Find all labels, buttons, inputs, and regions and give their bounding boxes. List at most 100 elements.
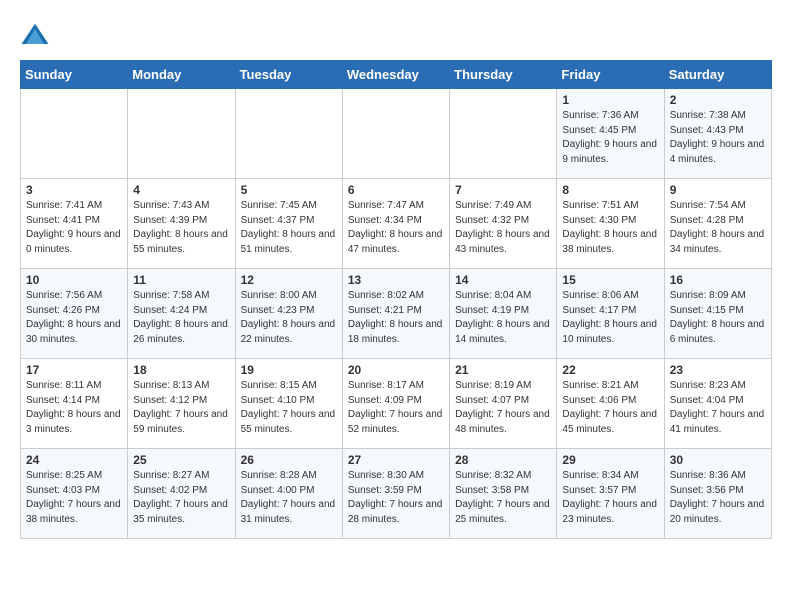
day-info: Sunrise: 8:04 AMSunset: 4:19 PMDaylight:… [455, 289, 551, 347]
day-number: 16 [670, 273, 766, 287]
day-number: 8 [562, 183, 658, 197]
calendar-week-row: 17 Sunrise: 8:11 AMSunset: 4:14 PMDayligh… [21, 359, 772, 449]
calendar-cell: 7 Sunrise: 7:49 AMSunset: 4:32 PMDaylight… [450, 179, 557, 269]
day-info: Sunrise: 8:32 AMSunset: 3:58 PMDaylight:… [455, 469, 551, 527]
calendar-header-row: SundayMondayTuesdayWednesdayThursdayFrid… [21, 61, 772, 89]
calendar-week-row: 24 Sunrise: 8:25 AMSunset: 4:03 PMDayligh… [21, 449, 772, 539]
day-info: Sunrise: 8:25 AMSunset: 4:03 PMDaylight:… [26, 469, 122, 527]
calendar-cell: 24 Sunrise: 8:25 AMSunset: 4:03 PMDayligh… [21, 449, 128, 539]
day-number: 26 [241, 453, 337, 467]
day-info: Sunrise: 7:45 AMSunset: 4:37 PMDaylight:… [241, 199, 337, 257]
calendar-cell: 3 Sunrise: 7:41 AMSunset: 4:41 PMDaylight… [21, 179, 128, 269]
day-number: 29 [562, 453, 658, 467]
day-info: Sunrise: 8:15 AMSunset: 4:10 PMDaylight:… [241, 379, 337, 437]
calendar-cell: 20 Sunrise: 8:17 AMSunset: 4:09 PMDayligh… [342, 359, 449, 449]
calendar-cell: 2 Sunrise: 7:38 AMSunset: 4:43 PMDaylight… [664, 89, 771, 179]
weekday-header: Monday [128, 61, 235, 89]
calendar-cell: 14 Sunrise: 8:04 AMSunset: 4:19 PMDayligh… [450, 269, 557, 359]
day-info: Sunrise: 7:51 AMSunset: 4:30 PMDaylight:… [562, 199, 658, 257]
day-number: 25 [133, 453, 229, 467]
day-info: Sunrise: 7:47 AMSunset: 4:34 PMDaylight:… [348, 199, 444, 257]
calendar-cell: 30Sunrise: 8:36 AMSunset: 3:56 PMDayligh… [664, 449, 771, 539]
day-info: Sunrise: 7:58 AMSunset: 4:24 PMDaylight:… [133, 289, 229, 347]
weekday-header: Friday [557, 61, 664, 89]
day-info: Sunrise: 8:06 AMSunset: 4:17 PMDaylight:… [562, 289, 658, 347]
day-info: Sunrise: 8:28 AMSunset: 4:00 PMDaylight:… [241, 469, 337, 527]
day-info: Sunrise: 7:56 AMSunset: 4:26 PMDaylight:… [26, 289, 122, 347]
day-info: Sunrise: 8:17 AMSunset: 4:09 PMDaylight:… [348, 379, 444, 437]
day-info: Sunrise: 8:34 AMSunset: 3:57 PMDaylight:… [562, 469, 658, 527]
day-number: 17 [26, 363, 122, 377]
day-info: Sunrise: 8:09 AMSunset: 4:15 PMDaylight:… [670, 289, 766, 347]
calendar-cell: 18Sunrise: 8:13 AMSunset: 4:12 PMDayligh… [128, 359, 235, 449]
calendar-cell: 21 Sunrise: 8:19 AMSunset: 4:07 PMDayligh… [450, 359, 557, 449]
calendar-cell: 15Sunrise: 8:06 AMSunset: 4:17 PMDayligh… [557, 269, 664, 359]
calendar-cell: 27 Sunrise: 8:30 AMSunset: 3:59 PMDayligh… [342, 449, 449, 539]
day-info: Sunrise: 8:02 AMSunset: 4:21 PMDaylight:… [348, 289, 444, 347]
calendar-cell: 23Sunrise: 8:23 AMSunset: 4:04 PMDayligh… [664, 359, 771, 449]
calendar-cell: 17 Sunrise: 8:11 AMSunset: 4:14 PMDayligh… [21, 359, 128, 449]
calendar-cell [235, 89, 342, 179]
day-number: 21 [455, 363, 551, 377]
page-header [20, 20, 772, 50]
day-info: Sunrise: 8:19 AMSunset: 4:07 PMDaylight:… [455, 379, 551, 437]
calendar-week-row: 1 Sunrise: 7:36 AMSunset: 4:45 PMDaylight… [21, 89, 772, 179]
day-info: Sunrise: 8:27 AMSunset: 4:02 PMDaylight:… [133, 469, 229, 527]
day-number: 13 [348, 273, 444, 287]
day-number: 10 [26, 273, 122, 287]
calendar-cell: 1 Sunrise: 7:36 AMSunset: 4:45 PMDaylight… [557, 89, 664, 179]
day-info: Sunrise: 7:38 AMSunset: 4:43 PMDaylight:… [670, 109, 766, 167]
weekday-header: Sunday [21, 61, 128, 89]
day-info: Sunrise: 8:13 AMSunset: 4:12 PMDaylight:… [133, 379, 229, 437]
day-number: 14 [455, 273, 551, 287]
calendar-cell: 22 Sunrise: 8:21 AMSunset: 4:06 PMDayligh… [557, 359, 664, 449]
day-info: Sunrise: 8:00 AMSunset: 4:23 PMDaylight:… [241, 289, 337, 347]
calendar-cell: 5 Sunrise: 7:45 AMSunset: 4:37 PMDaylight… [235, 179, 342, 269]
day-number: 23 [670, 363, 766, 377]
calendar-cell: 9 Sunrise: 7:54 AMSunset: 4:28 PMDaylight… [664, 179, 771, 269]
day-number: 9 [670, 183, 766, 197]
calendar-cell [450, 89, 557, 179]
calendar-cell: 11Sunrise: 7:58 AMSunset: 4:24 PMDayligh… [128, 269, 235, 359]
weekday-header: Wednesday [342, 61, 449, 89]
calendar-cell: 26 Sunrise: 8:28 AMSunset: 4:00 PMDayligh… [235, 449, 342, 539]
day-info: Sunrise: 7:49 AMSunset: 4:32 PMDaylight:… [455, 199, 551, 257]
day-number: 6 [348, 183, 444, 197]
logo-icon [20, 20, 50, 50]
calendar-cell [128, 89, 235, 179]
day-number: 20 [348, 363, 444, 377]
calendar-table: SundayMondayTuesdayWednesdayThursdayFrid… [20, 60, 772, 539]
day-info: Sunrise: 7:36 AMSunset: 4:45 PMDaylight:… [562, 109, 658, 167]
day-number: 3 [26, 183, 122, 197]
day-number: 28 [455, 453, 551, 467]
day-number: 5 [241, 183, 337, 197]
calendar-cell: 16 Sunrise: 8:09 AMSunset: 4:15 PMDayligh… [664, 269, 771, 359]
day-number: 22 [562, 363, 658, 377]
day-number: 2 [670, 93, 766, 107]
day-number: 7 [455, 183, 551, 197]
logo [20, 20, 54, 50]
day-info: Sunrise: 7:54 AMSunset: 4:28 PMDaylight:… [670, 199, 766, 257]
calendar-cell: 19 Sunrise: 8:15 AMSunset: 4:10 PMDayligh… [235, 359, 342, 449]
day-info: Sunrise: 8:11 AMSunset: 4:14 PMDaylight:… [26, 379, 122, 437]
calendar-cell [21, 89, 128, 179]
calendar-cell: 8 Sunrise: 7:51 AMSunset: 4:30 PMDaylight… [557, 179, 664, 269]
calendar-cell: 29 Sunrise: 8:34 AMSunset: 3:57 PMDayligh… [557, 449, 664, 539]
day-number: 24 [26, 453, 122, 467]
day-number: 12 [241, 273, 337, 287]
day-number: 27 [348, 453, 444, 467]
calendar-cell: 13 Sunrise: 8:02 AMSunset: 4:21 PMDayligh… [342, 269, 449, 359]
day-info: Sunrise: 7:41 AMSunset: 4:41 PMDaylight:… [26, 199, 122, 257]
weekday-header: Tuesday [235, 61, 342, 89]
calendar-week-row: 3 Sunrise: 7:41 AMSunset: 4:41 PMDaylight… [21, 179, 772, 269]
weekday-header: Thursday [450, 61, 557, 89]
day-info: Sunrise: 7:43 AMSunset: 4:39 PMDaylight:… [133, 199, 229, 257]
day-info: Sunrise: 8:30 AMSunset: 3:59 PMDaylight:… [348, 469, 444, 527]
day-info: Sunrise: 8:21 AMSunset: 4:06 PMDaylight:… [562, 379, 658, 437]
day-number: 1 [562, 93, 658, 107]
calendar-cell: 4Sunrise: 7:43 AMSunset: 4:39 PMDaylight… [128, 179, 235, 269]
calendar-cell [342, 89, 449, 179]
day-number: 19 [241, 363, 337, 377]
calendar-cell: 25 Sunrise: 8:27 AMSunset: 4:02 PMDayligh… [128, 449, 235, 539]
calendar-cell: 10 Sunrise: 7:56 AMSunset: 4:26 PMDayligh… [21, 269, 128, 359]
